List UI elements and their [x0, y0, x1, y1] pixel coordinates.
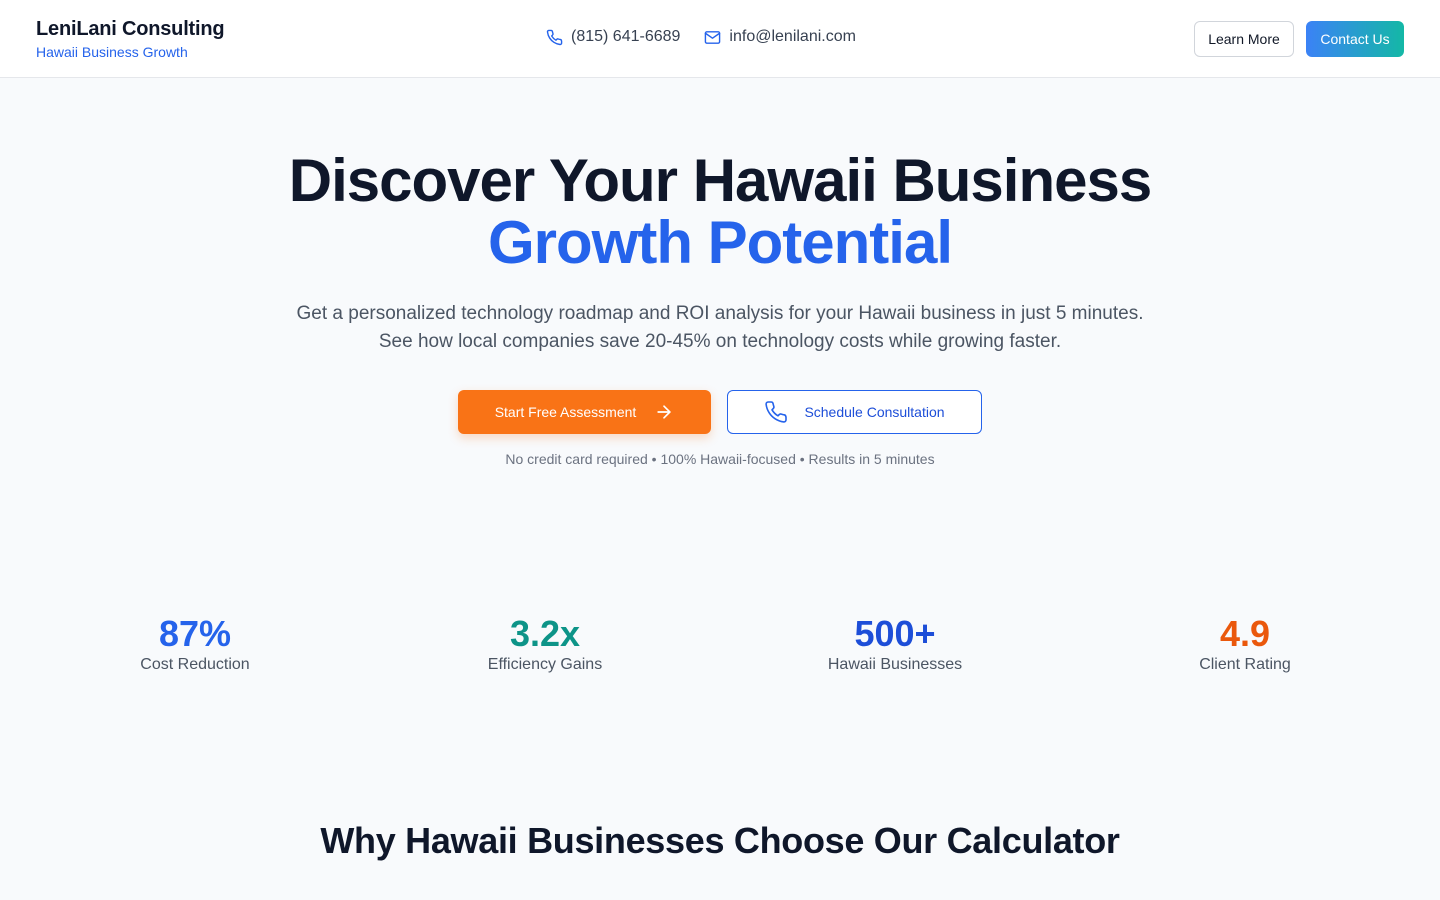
hero-title: Discover Your Hawaii Business Growth Pot… [0, 150, 1440, 274]
stat-label: Hawaii Businesses [827, 656, 963, 673]
learn-more-button[interactable]: Learn More [1194, 21, 1294, 57]
schedule-consultation-label: Schedule Consultation [804, 404, 945, 420]
mail-icon [705, 30, 721, 44]
brand[interactable]: LeniLani Consulting Hawaii Business Grow… [36, 17, 225, 62]
start-assessment-button[interactable]: Start Free Assessment [458, 390, 711, 434]
schedule-consultation-button[interactable]: Schedule Consultation [727, 390, 982, 434]
contact-info: (815) 641-6689 info@lenilani.com [546, 28, 856, 46]
hero-title-line1: Discover Your Hawaii Business [288, 147, 1152, 214]
site-header: LeniLani Consulting Hawaii Business Grow… [0, 0, 1440, 78]
hero-title-highlight: Growth Potential [488, 209, 953, 276]
stat-efficiency-gains: 3.2x Efficiency Gains [370, 614, 720, 674]
stat-label: Efficiency Gains [487, 656, 603, 673]
stat-cost-reduction: 87% Cost Reduction [20, 614, 370, 674]
contact-us-button[interactable]: Contact Us [1306, 21, 1404, 57]
brand-name: LeniLani Consulting [36, 18, 225, 40]
section-title: Why Hawaii Businesses Choose Our Calcula… [320, 820, 1120, 861]
email-link[interactable]: info@lenilani.com [704, 28, 856, 46]
stat-label: Cost Reduction [140, 656, 250, 673]
stat-value: 4.9 [1219, 613, 1271, 654]
stat-value: 500+ [854, 613, 936, 654]
start-assessment-label: Start Free Assessment [494, 404, 637, 420]
stats-row: 87% Cost Reduction 3.2x Efficiency Gains… [20, 614, 1420, 674]
phone-link[interactable]: (815) 641-6689 [546, 28, 680, 46]
email-address: info@lenilani.com [729, 28, 856, 45]
stat-value: 3.2x [509, 613, 581, 654]
arrow-right-icon [657, 405, 671, 419]
trust-note: No credit card required • 100% Hawaii-fo… [505, 451, 935, 467]
hero-subtitle-line1: Get a personalized technology roadmap an… [296, 303, 1144, 324]
stat-hawaii-businesses: 500+ Hawaii Businesses [720, 614, 1070, 674]
hero-subtitle: Get a personalized technology roadmap an… [0, 300, 1440, 356]
stat-value: 87% [158, 613, 232, 654]
hero-actions: Start Free Assessment Schedule Consultat… [0, 390, 1440, 434]
stat-client-rating: 4.9 Client Rating [1070, 614, 1420, 674]
hero-subtitle-line2: See how local companies save 20-45% on t… [378, 331, 1062, 352]
phone-number: (815) 641-6689 [571, 28, 681, 45]
brand-tagline: Hawaii Business Growth [36, 44, 188, 60]
phone-icon [765, 401, 788, 423]
hero-section: Discover Your Hawaii Business Growth Pot… [0, 150, 1440, 356]
phone-icon [546, 29, 563, 45]
stat-label: Client Rating [1199, 656, 1291, 673]
